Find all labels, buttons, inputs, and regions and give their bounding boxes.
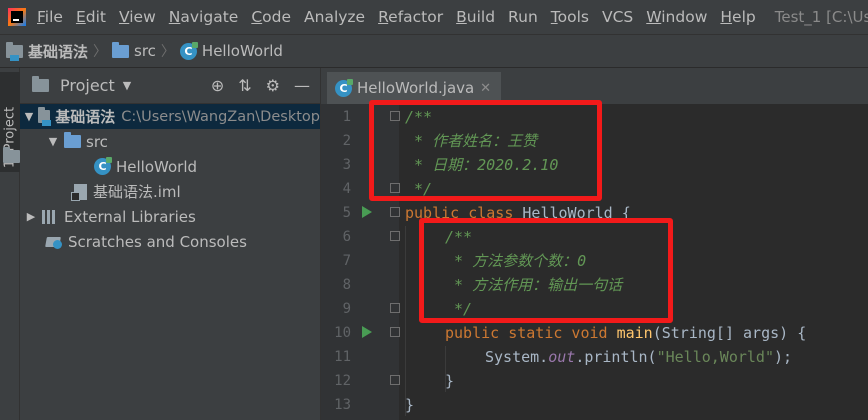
fold-marker-icon[interactable]: [390, 327, 400, 337]
module-folder-icon: [6, 41, 23, 61]
menu-window[interactable]: Window: [646, 8, 707, 26]
gutter-line: 10: [321, 321, 400, 345]
gutter-line: 9: [321, 297, 400, 321]
run-icon[interactable]: [362, 206, 372, 218]
run-icon[interactable]: [362, 326, 372, 338]
breadcrumb-project[interactable]: 基础语法: [6, 41, 88, 62]
project-view-icon: [32, 76, 49, 92]
project-folder-icon: [3, 147, 20, 163]
gutter-line: 13: [334, 397, 351, 413]
source-folder-icon: [112, 41, 130, 58]
tree-item-iml[interactable]: 基础语法.iml: [20, 179, 320, 204]
module-folder-icon: [38, 107, 52, 126]
code-line-11: System.out.println("Hello,World");: [485, 348, 793, 366]
fold-marker-icon[interactable]: [390, 207, 400, 217]
code-line-12: }: [445, 372, 455, 390]
annotation-box-method-comment: [419, 218, 673, 323]
locate-file-icon[interactable]: ⊕: [211, 76, 224, 95]
menu-analyze[interactable]: Analyze: [304, 8, 365, 26]
breadcrumb: 基础语法 〉 src 〉 C HelloWorld: [0, 34, 868, 68]
breadcrumb-separator-icon: 〉: [160, 44, 175, 60]
library-icon: [42, 209, 58, 224]
tree-item-scratches[interactable]: Scratches and Consoles: [20, 229, 320, 254]
menu-build[interactable]: Build: [456, 8, 495, 26]
menu-tools[interactable]: Tools: [551, 8, 589, 26]
project-tool-tab-label: 1: Project: [2, 106, 18, 169]
expanded-arrow-icon[interactable]: ▼: [24, 110, 34, 123]
hide-panel-icon[interactable]: —: [294, 76, 310, 95]
menu-view[interactable]: View: [119, 8, 156, 26]
close-icon[interactable]: ✕: [480, 81, 491, 96]
fold-marker-icon[interactable]: [390, 375, 400, 385]
window-title: Test_1 [C:\Use: [774, 8, 868, 26]
intellij-logo-icon: [8, 8, 26, 26]
gear-icon[interactable]: ⚙: [266, 76, 280, 95]
menu-bar: File Edit View Navigate Code Analyze Ref…: [0, 0, 868, 34]
indent-guide: [405, 226, 406, 416]
tree-item-src[interactable]: ▼ src: [20, 129, 320, 154]
menu-run[interactable]: Run: [508, 8, 538, 26]
tree-item-helloworld[interactable]: C HelloWorld: [20, 154, 320, 179]
menu-refactor[interactable]: Refactor: [378, 8, 443, 26]
chevron-down-icon[interactable]: ▼: [123, 79, 131, 92]
left-tool-stripe: 1: Project: [0, 68, 20, 420]
fold-marker-icon[interactable]: [390, 303, 400, 313]
menu-edit[interactable]: Edit: [76, 8, 106, 26]
java-class-icon: C: [94, 157, 112, 175]
fold-marker-icon[interactable]: [390, 231, 400, 241]
breadcrumb-separator-icon: 〉: [93, 44, 108, 60]
breadcrumb-file[interactable]: C HelloWorld: [179, 41, 283, 60]
project-view-selector[interactable]: Project: [60, 76, 115, 95]
java-class-icon: C: [335, 78, 353, 97]
scratches-icon: [46, 235, 62, 249]
menu-code[interactable]: Code: [251, 8, 291, 26]
gutter-line: 6: [321, 225, 400, 249]
gutter-line: 5: [321, 201, 400, 225]
gutter-line: 11: [334, 349, 351, 365]
expanded-arrow-icon[interactable]: ▼: [46, 135, 60, 148]
collapsed-arrow-icon[interactable]: ▶: [24, 210, 38, 223]
project-tree: ▼ 基础语法 C:\Users\WangZan\Desktop ▼ src C …: [20, 104, 320, 254]
iml-file-icon: [71, 183, 87, 201]
code-line-13: }: [405, 396, 415, 414]
gutter-line: 7: [342, 253, 351, 269]
source-folder-icon: [64, 132, 81, 148]
breadcrumb-src[interactable]: src: [112, 41, 156, 60]
java-class-icon: C: [179, 41, 198, 60]
project-panel: Project ▼ ⊕ ⇅ ⚙ — ▼ 基础语法 C:\Users\WangZa…: [20, 68, 320, 420]
annotation-box-class-comment: [369, 100, 602, 201]
project-panel-header: Project ▼ ⊕ ⇅ ⚙ —: [20, 68, 320, 104]
code-line-10: public static void main(String[] args) {: [445, 324, 807, 342]
editor-tab-bar: C HelloWorld.java ✕: [320, 68, 868, 104]
tree-item-root-module[interactable]: ▼ 基础语法 C:\Users\WangZan\Desktop: [20, 104, 320, 129]
menu-navigate[interactable]: Navigate: [169, 8, 239, 26]
menu-help[interactable]: Help: [720, 8, 755, 26]
menu-vcs[interactable]: VCS: [602, 8, 633, 26]
gutter-line: 8: [342, 277, 351, 293]
menu-file[interactable]: File: [37, 8, 63, 26]
tree-item-external-libraries[interactable]: ▶ External Libraries: [20, 204, 320, 229]
collapse-all-icon[interactable]: ⇅: [238, 76, 251, 95]
gutter-line: 12: [321, 369, 400, 393]
